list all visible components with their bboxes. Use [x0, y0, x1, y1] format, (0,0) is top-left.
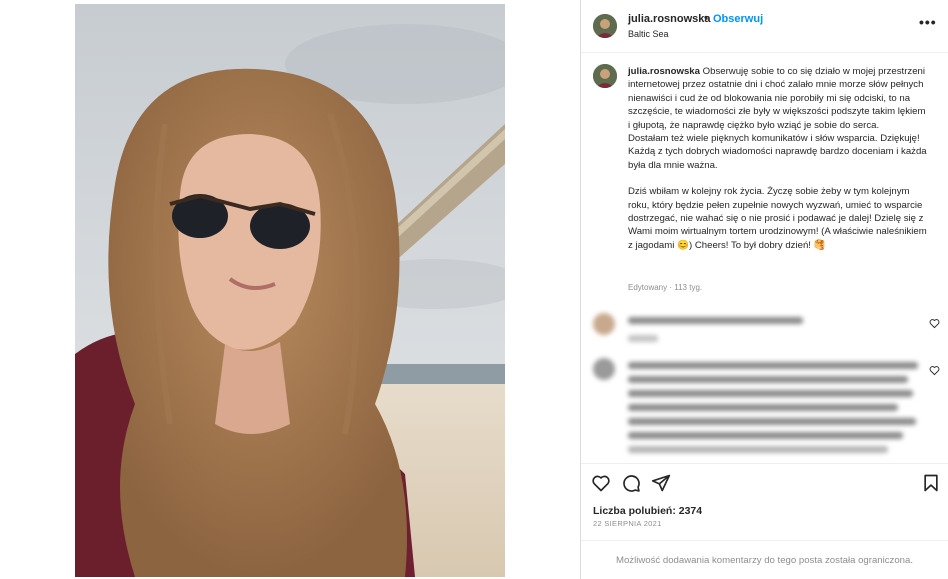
caption-paragraph-3: Dziś wbiłam w kolejny rok życia. Życzę s…: [628, 186, 927, 251]
post-panel: julia.rosnowska • Obserwuj Baltic Sea ••…: [581, 0, 948, 579]
comment-item: [581, 352, 948, 462]
footer-divider: [581, 540, 948, 541]
likes-count[interactable]: Liczba polubień: 2374: [593, 505, 702, 517]
caption-avatar[interactable]: [593, 64, 617, 88]
comment-like-icon[interactable]: [929, 318, 940, 329]
avatar[interactable]: [593, 14, 617, 38]
heart-icon[interactable]: [591, 473, 611, 493]
comments-limited-notice: Możliwość dodawania komentarzy do tego p…: [615, 555, 914, 566]
post-date: 22 SIERPNIA 2021: [593, 519, 662, 528]
comment-item: [581, 308, 948, 348]
comment-avatar: [593, 313, 615, 335]
caption-username[interactable]: julia.rosnowska: [628, 66, 700, 77]
edited-timestamp: Edytowany · 113 tyg.: [628, 283, 703, 292]
comment-like-icon[interactable]: [929, 365, 940, 376]
follow-button[interactable]: Obserwuj: [713, 13, 763, 25]
more-horizontal-icon[interactable]: •••: [919, 14, 937, 30]
actions-divider: [581, 463, 948, 464]
bookmark-icon[interactable]: [921, 473, 941, 493]
send-icon[interactable]: [651, 473, 671, 493]
caption-paragraph-2: Dostałam też wiele pięknych komunikatów …: [628, 133, 927, 171]
post-header: julia.rosnowska • Obserwuj Baltic Sea ••…: [581, 0, 948, 53]
comment-avatar: [593, 358, 615, 380]
post-photo: [75, 4, 505, 577]
separator-dot: •: [704, 12, 708, 24]
location-link[interactable]: Baltic Sea: [628, 29, 669, 39]
username-link[interactable]: julia.rosnowska: [628, 13, 711, 25]
post-caption: julia.rosnowska Obserwuję sobie to co si…: [628, 65, 928, 252]
comment-icon[interactable]: [621, 473, 641, 493]
